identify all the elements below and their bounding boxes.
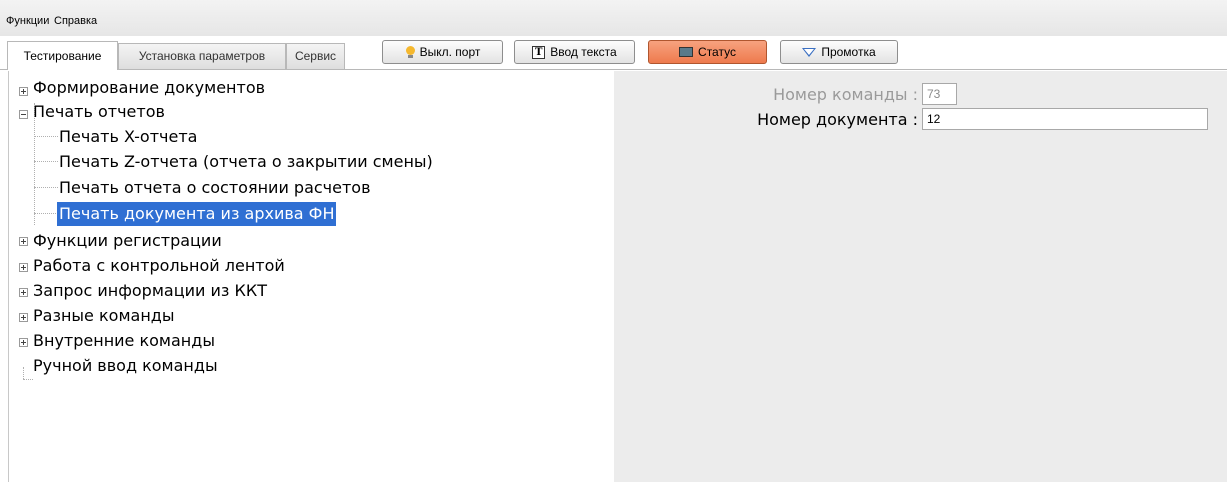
tree-item[interactable]: Запрос информации из ККТ [33,279,267,303]
tree-connector [34,136,58,137]
tree-item[interactable]: Разные команды [33,304,174,328]
text-t-icon: T [532,45,546,59]
command-tree-panel: Формирование документов Печать отчетов П… [8,71,615,482]
tree-item[interactable]: Внутренние команды [33,329,215,353]
status-label: Статус [698,45,736,59]
tree-item[interactable]: Печать Z-отчета (отчета о закрытии смены… [59,150,433,174]
document-number-label: Номер документа : [757,110,918,129]
expand-icon[interactable] [19,313,28,322]
status-button[interactable]: Статус [648,40,767,64]
tree-item[interactable]: Функции регистрации [33,229,222,253]
tab-parameters[interactable]: Установка параметров [118,43,286,69]
document-number-field[interactable]: 12 [922,108,1208,130]
tree-connector [23,379,33,380]
monitor-icon [679,47,694,57]
lightbulb-icon [405,46,415,58]
tab-divider [0,69,1227,70]
port-off-label: Выкл. порт [419,45,481,59]
tree-connector [23,367,24,379]
tree-item[interactable]: Печать отчетов [33,100,165,124]
expand-icon[interactable] [19,263,28,272]
feed-label: Промотка [821,45,876,59]
tree-connector [34,213,58,214]
tree-item-selected[interactable]: Печать документа из архива ФН [57,202,337,226]
port-off-button[interactable]: Выкл. порт [382,40,503,64]
menu-bar: Функции Справка [0,0,1227,36]
tree-connector [34,161,58,162]
command-number-label: Номер команды : [773,85,918,104]
triangle-down-icon [802,47,817,57]
expand-icon[interactable] [19,87,28,96]
tree-item[interactable]: Работа с контрольной лентой [33,254,285,278]
expand-icon[interactable] [19,288,28,297]
tree-item[interactable]: Печать X-отчета [59,125,197,149]
command-number-field: 73 [922,83,957,105]
feed-button[interactable]: Промотка [780,40,898,64]
tree-connector [34,187,58,188]
parameters-panel: Номер команды : 73 Номер документа : 12 [614,71,1227,482]
expand-icon[interactable] [19,338,28,347]
tree-item[interactable]: Формирование документов [33,76,265,100]
tree-item[interactable]: Печать отчета о состоянии расчетов [59,176,371,200]
menu-functions[interactable]: Функции [6,14,49,28]
expand-icon[interactable] [19,237,28,246]
text-input-button[interactable]: T Ввод текста [514,40,635,64]
tree-item[interactable]: Ручной ввод команды [33,354,218,378]
collapse-icon[interactable] [19,110,28,119]
tab-service[interactable]: Сервис [286,43,345,69]
tab-testing[interactable]: Тестирование [7,41,118,70]
text-input-label: Ввод текста [550,45,617,59]
menu-help[interactable]: Справка [54,14,97,28]
